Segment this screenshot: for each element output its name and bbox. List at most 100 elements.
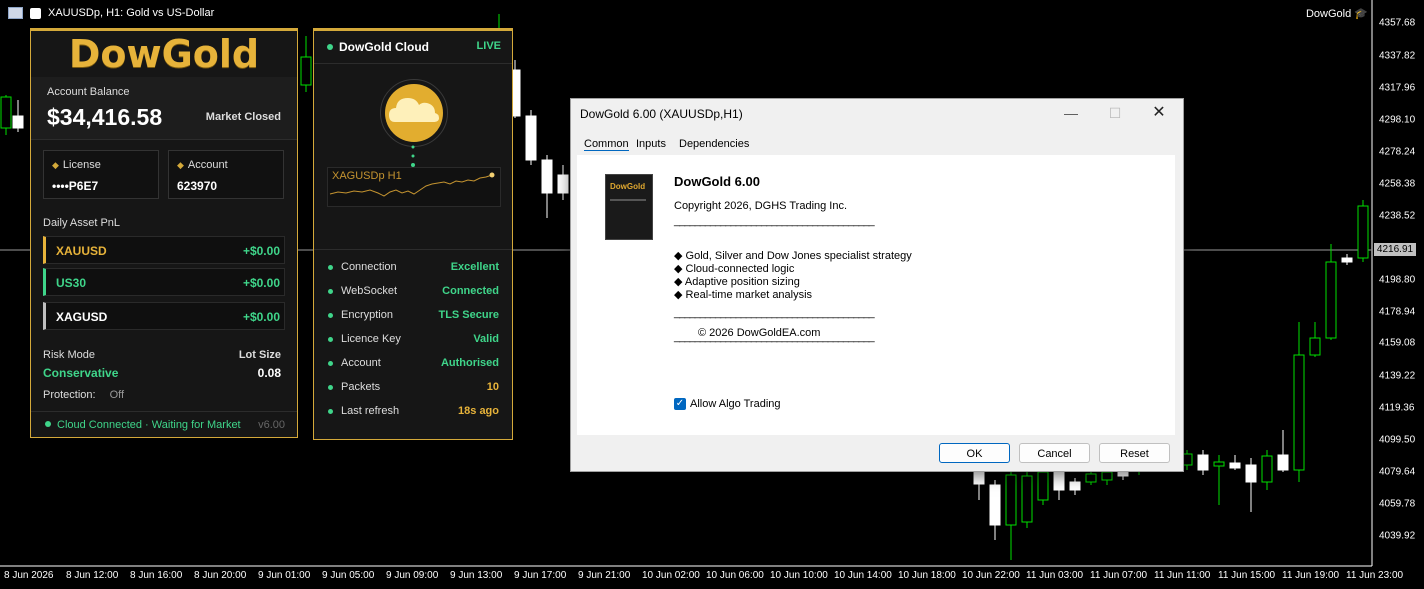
feature-item: ◆ Cloud-connected logic (674, 263, 795, 275)
stat-row-connection: Connection Excellent (314, 260, 512, 276)
stat-row-last-refresh: Last refresh 18s ago (314, 404, 512, 420)
pnl-symbol: XAUUSD (56, 244, 107, 258)
time-label: 8 Jun 12:00 (66, 570, 119, 581)
current-price-label: 4216.91 (1374, 243, 1416, 256)
tab-dependencies[interactable]: Dependencies (679, 138, 749, 150)
copyright-text: Copyright 2026, DGHS Trading Inc. (674, 200, 848, 212)
balance-box: Account Balance $34,416.58 Market Closed (31, 77, 297, 140)
risk-mode-label: Risk Mode (43, 349, 95, 361)
pnl-amount: +$0.00 (242, 244, 280, 258)
pnl-row-xagusd: XAGUSD +$0.00 (43, 302, 285, 330)
stat-row-packets: Packets 10 (314, 380, 512, 396)
status-dot-icon (328, 265, 333, 270)
license-card: ◆ License ••••P6E7 (43, 150, 159, 199)
tab-inputs[interactable]: Inputs (636, 138, 666, 150)
allow-algo-label[interactable]: Allow Algo Trading (690, 398, 781, 410)
protection-label: Protection: (43, 389, 96, 401)
pnl-symbol: US30 (56, 276, 87, 290)
dialog-tabs: Common Inputs Dependencies (577, 133, 1177, 155)
balance-label: Account Balance (47, 86, 130, 98)
time-label: 8 Jun 2026 (4, 570, 54, 581)
candle-body (1261, 455, 1273, 483)
price-label: 4079.64 (1379, 466, 1416, 478)
close-icon[interactable]: ✕ (1137, 99, 1181, 127)
common-tab-content: DowGold DowGold 6.00 Copyright 2026, DGH… (577, 155, 1175, 435)
stat-key: Last refresh (341, 405, 400, 417)
risk-mode-value: Conservative (43, 366, 119, 380)
cloud-status-text: Cloud Connected · Waiting for Market (57, 419, 241, 431)
divider-line: _______________________________________ (674, 307, 875, 319)
price-label: 4238.52 (1379, 210, 1416, 222)
candle-body (1213, 461, 1225, 467)
diamond-icon: ◆ (177, 160, 184, 170)
time-label: 11 Jun 07:00 (1090, 570, 1148, 581)
candle-body (1229, 462, 1241, 469)
price-label: 4059.78 (1379, 498, 1416, 510)
license-value: ••••P6E7 (52, 179, 99, 193)
candle-body (1021, 475, 1033, 523)
feature-item: ◆ Real-time market analysis (674, 289, 813, 301)
protection-value: Off (109, 389, 125, 401)
candle-body (1005, 474, 1017, 526)
price-label: 4119.36 (1379, 402, 1415, 414)
price-label: 4198.80 (1379, 274, 1416, 286)
ok-button[interactable]: OK (939, 443, 1010, 463)
pnl-row-us30: US30 +$0.00 (43, 268, 285, 296)
time-label: 8 Jun 16:00 (130, 570, 183, 581)
candle-body (12, 115, 24, 129)
candle-body (1069, 481, 1081, 491)
time-label: 9 Jun 21:00 (578, 570, 631, 581)
pnl-amount: +$0.00 (242, 310, 280, 324)
status-dot-icon (328, 385, 333, 390)
price-label: 4258.38 (1379, 178, 1416, 190)
ea-icon[interactable] (30, 7, 41, 19)
price-label: 4159.08 (1379, 337, 1416, 349)
candle-body (1277, 454, 1289, 471)
cloud-panel-header: DowGold Cloud LIVE (314, 31, 512, 64)
reset-button[interactable]: Reset (1099, 443, 1170, 463)
stat-key: Encryption (341, 309, 393, 321)
product-name: DowGold 6.00 (674, 174, 760, 189)
stat-value: Excellent (450, 261, 499, 273)
pnl-amount: +$0.00 (242, 276, 280, 290)
cancel-button[interactable]: Cancel (1019, 443, 1090, 463)
maximize-icon[interactable]: ☐ (1093, 99, 1137, 127)
time-label: 10 Jun 14:00 (834, 570, 892, 581)
status-dot-icon (328, 361, 333, 366)
stat-value: Valid (473, 333, 499, 345)
version-label: v6.00 (258, 419, 285, 431)
candle-body (1037, 471, 1049, 501)
account-panel: DowGold Account Balance $34,416.58 Marke… (30, 28, 298, 438)
pnl-symbol: XAGUSD (56, 310, 108, 324)
stat-row-licence-key: Licence Key Valid (314, 332, 512, 348)
price-label: 4298.10 (1379, 114, 1416, 126)
price-label: 4099.50 (1379, 434, 1416, 446)
stat-key: Connection (341, 261, 397, 273)
status-dot-icon (328, 289, 333, 294)
status-dot-icon (45, 421, 51, 427)
pnl-row-xauusd: XAUUSD +$0.00 (43, 236, 285, 264)
graduation-cap-icon: 🎓 (1354, 8, 1368, 20)
ea-badge[interactable]: DowGold 🎓 (1306, 7, 1368, 20)
license-label: License (62, 159, 101, 171)
price-label: 4039.92 (1379, 530, 1416, 542)
minimize-icon[interactable]: — (1049, 99, 1093, 127)
symbol-title: XAUUSDp, H1: Gold vs US-Dollar (48, 7, 215, 19)
account-label: Account (187, 159, 228, 171)
tab-common[interactable]: Common (584, 138, 629, 151)
allow-algo-checkbox[interactable]: ✓ (674, 398, 686, 410)
price-label: 4317.96 (1379, 82, 1416, 94)
divider-line: _______________________________________ (674, 215, 875, 227)
candle-body (0, 96, 12, 129)
stat-key: Packets (341, 381, 381, 393)
chart-menu-icon[interactable] (8, 7, 23, 19)
time-label: 10 Jun 18:00 (898, 570, 956, 581)
price-label: 4178.94 (1379, 306, 1416, 318)
dialog-title: DowGold 6.00 (XAUUSDp,H1) (580, 107, 743, 121)
cloud-panel: DowGold Cloud LIVE XAGUSDp H1 Connection… (313, 28, 513, 440)
price-label: 4337.82 (1379, 50, 1416, 62)
mini-chart: XAGUSDp H1 (327, 167, 501, 207)
cloud-panel-title: DowGold Cloud (339, 40, 429, 54)
feature-item: ◆ Adaptive position sizing (674, 276, 800, 288)
candle-body (541, 159, 553, 194)
